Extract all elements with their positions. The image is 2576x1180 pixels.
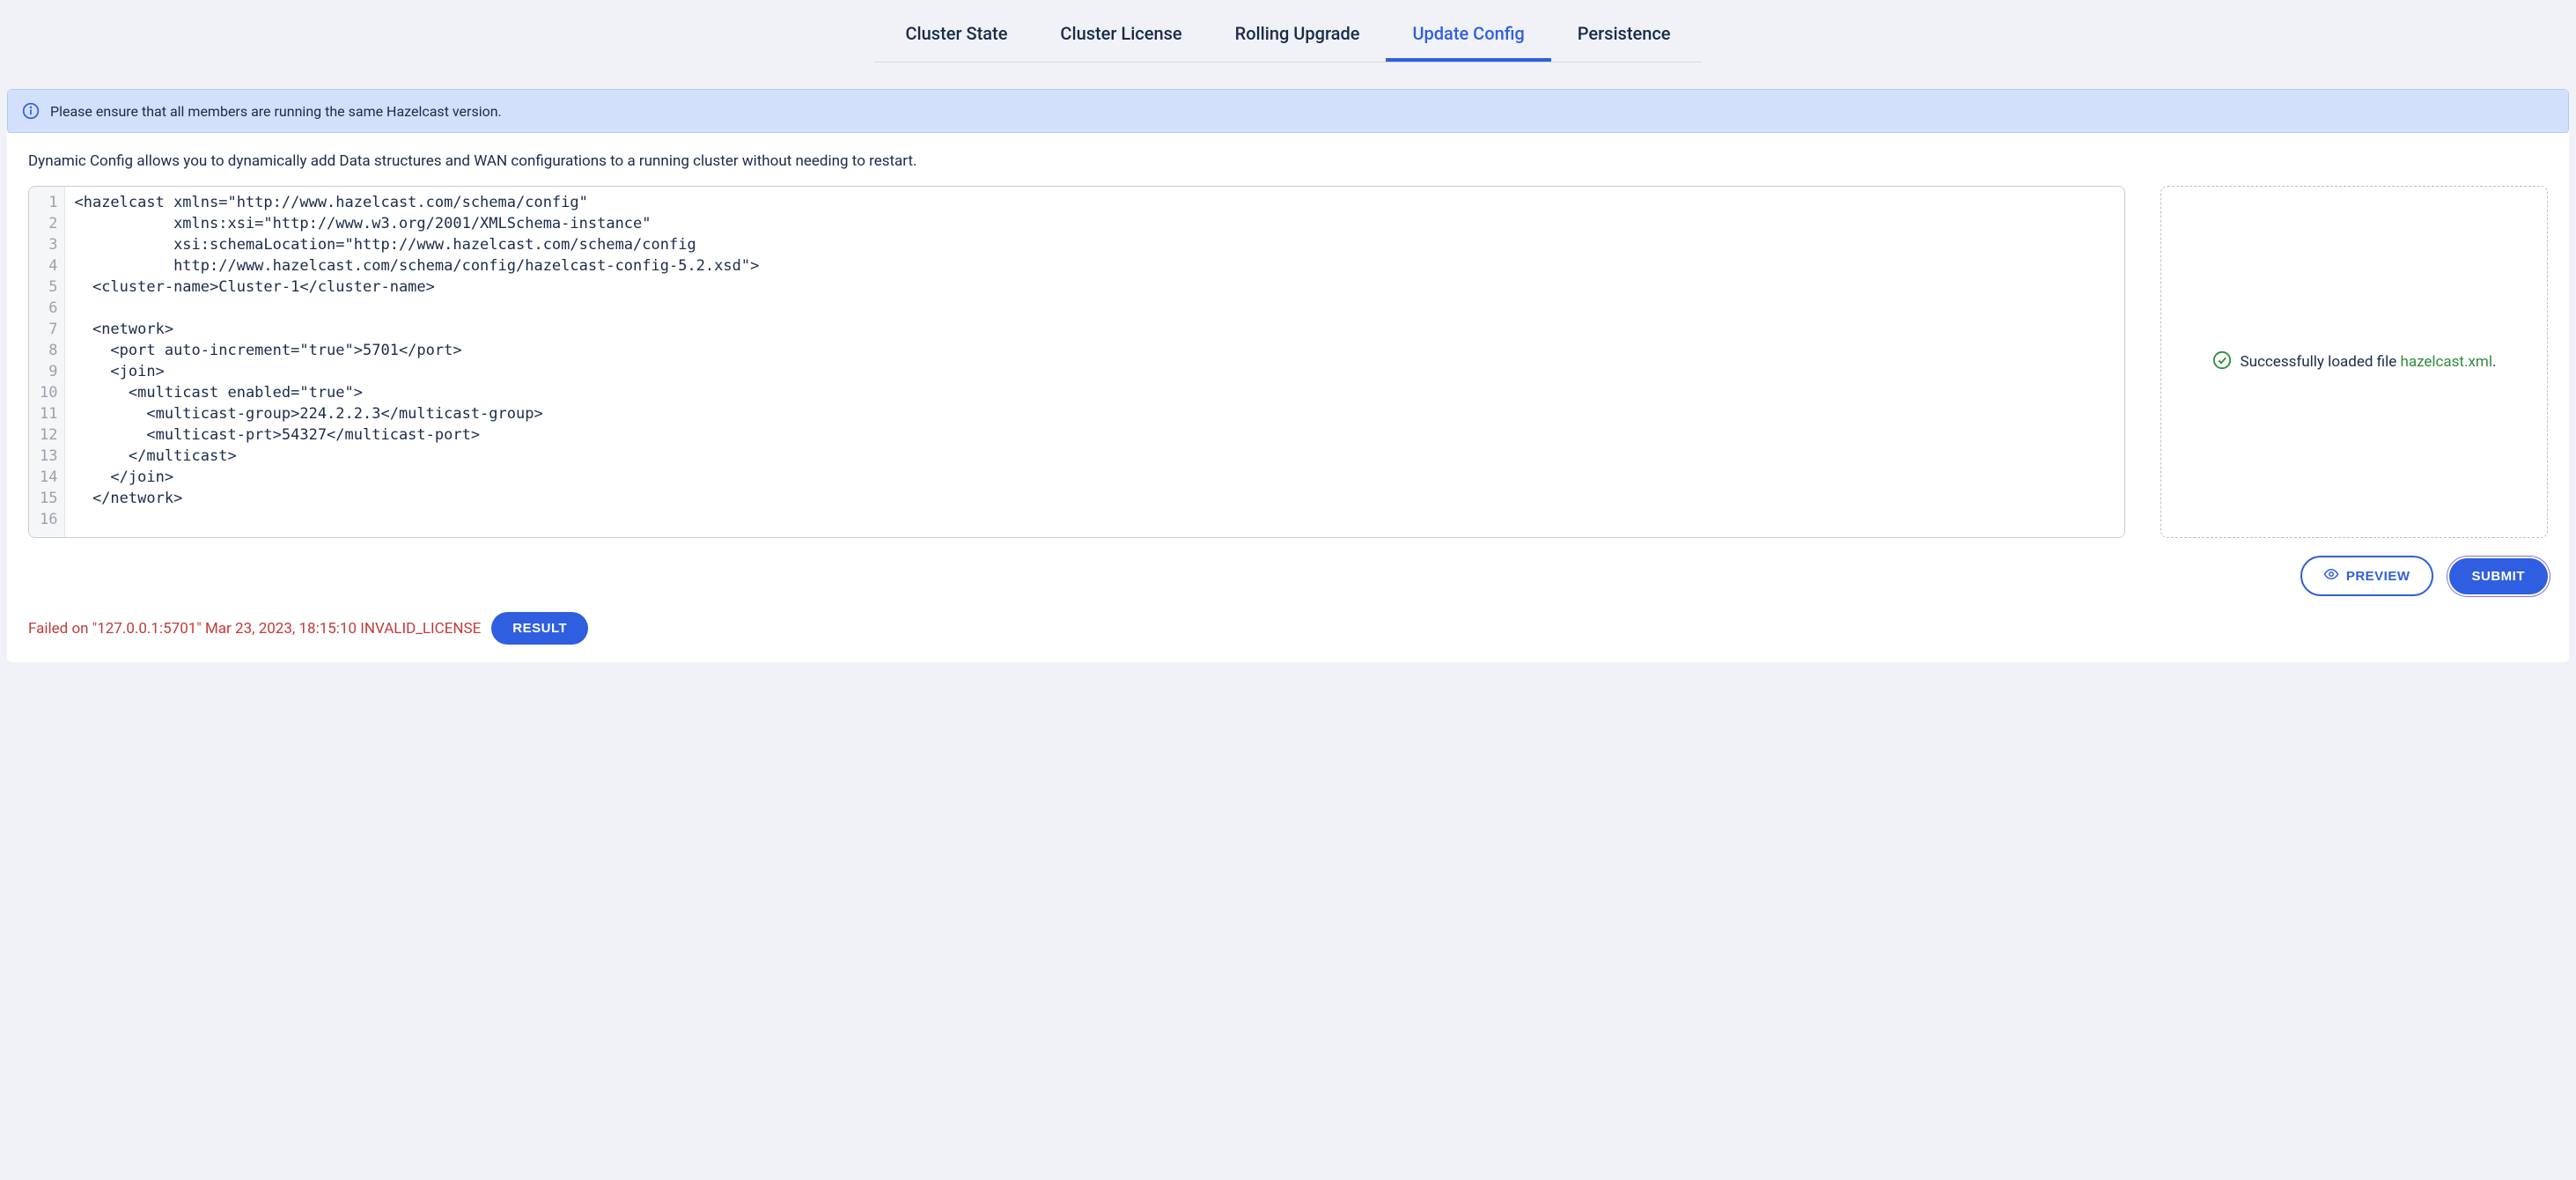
preview-label: PREVIEW (2346, 569, 2410, 584)
success-message: Successfully loaded file hazelcast.xml. (2241, 353, 2497, 371)
info-banner: Please ensure that all members are runni… (7, 89, 2569, 133)
tab-cluster-license[interactable]: Cluster License (1034, 12, 1208, 62)
upload-status-panel: Successfully loaded file hazelcast.xml. (2160, 186, 2548, 538)
result-label: RESULT (512, 621, 567, 636)
preview-button[interactable]: PREVIEW (2300, 556, 2433, 596)
success-suffix: . (2492, 353, 2496, 371)
loaded-filename: hazelcast.xml (2400, 353, 2492, 371)
info-icon (22, 102, 40, 120)
tab-persistence[interactable]: Persistence (1551, 12, 1697, 62)
tab-update-config[interactable]: Update Config (1386, 12, 1550, 62)
result-button[interactable]: RESULT (491, 612, 588, 645)
eye-icon (2323, 566, 2339, 586)
tab-bar: Cluster State Cluster License Rolling Up… (874, 0, 1702, 63)
update-config-panel: Please ensure that all members are runni… (7, 89, 2569, 662)
check-icon (2212, 350, 2232, 374)
config-editor[interactable]: 12345678910111213141516 <hazelcast xmlns… (28, 186, 2125, 538)
submit-label: SUBMIT (2472, 569, 2526, 584)
code-area[interactable]: <hazelcast xmlns="http://www.hazelcast.c… (65, 187, 2124, 537)
submit-button[interactable]: SUBMIT (2449, 558, 2549, 594)
tab-rolling-upgrade[interactable]: Rolling Upgrade (1209, 12, 1387, 62)
line-gutter: 12345678910111213141516 (29, 187, 65, 537)
info-banner-text: Please ensure that all members are runni… (50, 103, 502, 120)
success-prefix: Successfully loaded file (2241, 353, 2401, 371)
description-text: Dynamic Config allows you to dynamically… (7, 133, 2569, 186)
error-text: Failed on "127.0.0.1:5701" Mar 23, 2023,… (28, 620, 481, 638)
tab-cluster-state[interactable]: Cluster State (880, 12, 1034, 62)
